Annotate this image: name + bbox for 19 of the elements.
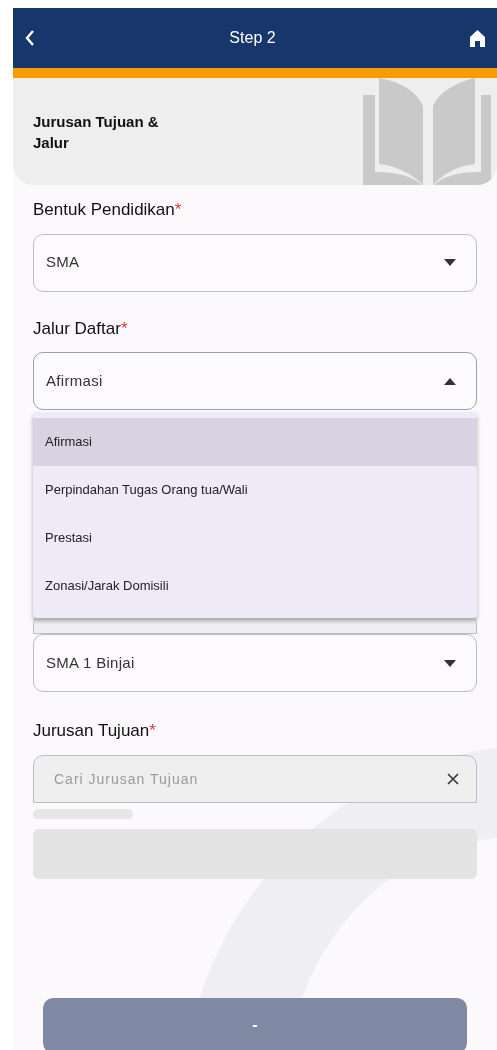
home-icon[interactable] (470, 29, 485, 47)
menu-item[interactable]: Perpindahan Tugas Orang tua/Wali (33, 466, 477, 514)
select-field[interactable]: SMA 1 Binjai (33, 634, 477, 692)
caret-icon (444, 259, 456, 266)
field-label: Jalur Daftar* (33, 317, 129, 340)
caret-icon (444, 659, 456, 667)
menu-item[interactable]: Afirmasi (33, 418, 477, 466)
select-field[interactable]: SMA (33, 233, 477, 292)
select-field[interactable]: Afirmasi (33, 352, 477, 410)
menu-item[interactable]: Zonasi/Jarak Domisili (33, 562, 477, 610)
header-title: Jurusan Tujuan & Jalur (33, 111, 160, 153)
field-label: Bentuk Pendidikan* (33, 199, 183, 221)
back-icon[interactable] (25, 30, 35, 46)
menu-item[interactable]: Prestasi (33, 514, 477, 562)
clear-icon[interactable] (447, 772, 459, 785)
app-bar-title: Step 2 (229, 28, 276, 48)
search-field[interactable]: Cari Jurusan Tujuan (33, 754, 477, 803)
field-label: Jurusan Tujuan* (33, 720, 157, 742)
caret-icon (444, 377, 456, 385)
